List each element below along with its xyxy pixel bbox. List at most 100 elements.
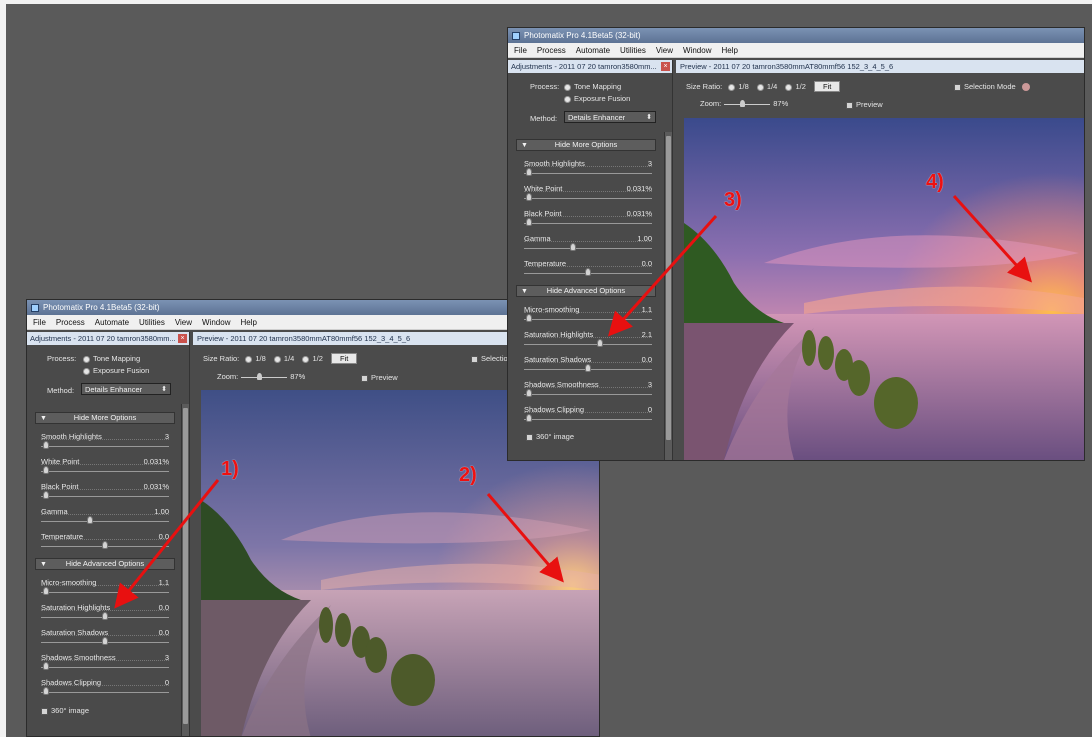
menu-process[interactable]: Process: [56, 318, 85, 327]
slider-thumb[interactable]: [102, 637, 108, 645]
slider-saturation-shadows[interactable]: Saturation Shadows 0.0: [524, 355, 652, 379]
ratio-radio-icon[interactable]: [273, 355, 281, 363]
slider-thumb[interactable]: [43, 466, 49, 474]
slider-thumb[interactable]: [526, 414, 532, 422]
slider-track[interactable]: [41, 521, 169, 522]
radio-tone-mapping[interactable]: Tone Mapping: [83, 354, 140, 363]
slider-temperature[interactable]: Temperature 0.0: [41, 532, 169, 556]
slider-thumb[interactable]: [43, 441, 49, 449]
adjustments-scrollbar[interactable]: [664, 132, 672, 460]
radio-exposure-fusion[interactable]: Exposure Fusion: [564, 94, 630, 103]
slider-black-point[interactable]: Black Point 0.031%: [524, 209, 652, 233]
ratio-1-8[interactable]: 1/8: [738, 82, 748, 91]
scrollbar-thumb[interactable]: [183, 408, 188, 724]
menu-automate[interactable]: Automate: [576, 46, 610, 55]
method-select[interactable]: Details Enhancer: [81, 383, 171, 395]
slider-shadows-smoothness[interactable]: Shadows Smoothness 3: [524, 380, 652, 404]
slider-smooth-highlights[interactable]: Smooth Highlights 3: [524, 159, 652, 183]
slider-thumb[interactable]: [585, 364, 591, 372]
slider-thumb[interactable]: [597, 339, 603, 347]
slider-track[interactable]: [524, 223, 652, 224]
slider-thumb[interactable]: [526, 168, 532, 176]
ratio-radio-icon[interactable]: [785, 83, 793, 91]
preview-checkbox[interactable]: Preview: [846, 100, 883, 109]
slider-shadows-smoothness[interactable]: Shadows Smoothness 3: [41, 653, 169, 677]
slider-track[interactable]: [524, 319, 652, 320]
menu-file[interactable]: File: [514, 46, 527, 55]
slider-track[interactable]: [524, 344, 652, 345]
menu-window[interactable]: Window: [202, 318, 230, 327]
slider-thumb[interactable]: [102, 612, 108, 620]
fit-button[interactable]: Fit: [330, 353, 358, 364]
fit-button[interactable]: Fit: [813, 81, 841, 92]
slider-thumb[interactable]: [43, 587, 49, 595]
slider-thumb[interactable]: [526, 193, 532, 201]
slider-thumb[interactable]: [570, 243, 576, 251]
slider-thumb[interactable]: [585, 268, 591, 276]
hide-advanced-options-button[interactable]: ▼ Hide Advanced Options: [516, 285, 656, 297]
ratio-radio-icon[interactable]: [302, 355, 310, 363]
menu-window[interactable]: Window: [683, 46, 711, 55]
radio-tone-mapping[interactable]: Tone Mapping: [564, 82, 621, 91]
menu-help[interactable]: Help: [721, 46, 737, 55]
help-icon[interactable]: [1021, 83, 1030, 92]
radio-exposure-fusion[interactable]: Exposure Fusion: [83, 366, 149, 375]
slider-thumb[interactable]: [43, 662, 49, 670]
ratio-radio-icon[interactable]: [756, 83, 764, 91]
slider-track[interactable]: [524, 419, 652, 420]
hide-more-options-button[interactable]: ▼ Hide More Options: [35, 412, 175, 424]
ratio-1-8[interactable]: 1/8: [255, 354, 265, 363]
slider-gamma[interactable]: Gamma 1.00: [524, 234, 652, 258]
slider-thumb[interactable]: [526, 389, 532, 397]
ratio-1-2[interactable]: 1/2: [312, 354, 322, 363]
adjustments-scrollbar[interactable]: [181, 404, 189, 736]
menu-file[interactable]: File: [33, 318, 46, 327]
slider-smooth-highlights[interactable]: Smooth Highlights 3: [41, 432, 169, 456]
menu-utilities[interactable]: Utilities: [139, 318, 165, 327]
slider-thumb[interactable]: [102, 541, 108, 549]
menu-utilities[interactable]: Utilities: [620, 46, 646, 55]
slider-micro-smoothing[interactable]: Micro-smoothing 1.1: [41, 578, 169, 602]
hide-advanced-options-button[interactable]: ▼ Hide Advanced Options: [35, 558, 175, 570]
selection-mode-checkbox[interactable]: Selectio: [471, 354, 508, 363]
method-select[interactable]: Details Enhancer: [564, 111, 656, 123]
preview-checkbox[interactable]: Preview: [361, 373, 398, 382]
slider-black-point[interactable]: Black Point 0.031%: [41, 482, 169, 506]
menu-automate[interactable]: Automate: [95, 318, 129, 327]
slider-white-point[interactable]: White Point 0.031%: [41, 457, 169, 481]
menu-process[interactable]: Process: [537, 46, 566, 55]
slider-thumb[interactable]: [43, 491, 49, 499]
slider-track[interactable]: [41, 592, 169, 593]
close-icon[interactable]: ×: [178, 334, 187, 343]
slider-shadows-clipping[interactable]: Shadows Clipping 0: [524, 405, 652, 429]
slider-track[interactable]: [524, 198, 652, 199]
close-icon[interactable]: ×: [661, 62, 670, 71]
slider-track[interactable]: [41, 446, 169, 447]
slider-temperature[interactable]: Temperature 0.0: [524, 259, 652, 283]
slider-saturation-shadows[interactable]: Saturation Shadows 0.0: [41, 628, 169, 652]
slider-micro-smoothing[interactable]: Micro-smoothing 1.1: [524, 305, 652, 329]
slider-thumb[interactable]: [526, 218, 532, 226]
slider-track[interactable]: [524, 248, 652, 249]
menu-view[interactable]: View: [175, 318, 192, 327]
slider-white-point[interactable]: White Point 0.031%: [524, 184, 652, 208]
ratio-1-2[interactable]: 1/2: [795, 82, 805, 91]
menu-help[interactable]: Help: [240, 318, 256, 327]
slider-thumb[interactable]: [526, 314, 532, 322]
ratio-radio-icon[interactable]: [728, 83, 736, 91]
slider-track[interactable]: [41, 471, 169, 472]
image-360-checkbox[interactable]: 360° image: [526, 432, 574, 441]
slider-gamma[interactable]: Gamma 1.00: [41, 507, 169, 531]
slider-track[interactable]: [41, 667, 169, 668]
menu-view[interactable]: View: [656, 46, 673, 55]
scrollbar-thumb[interactable]: [666, 136, 671, 440]
slider-saturation-highlights[interactable]: Saturation Highlights 2.1: [524, 330, 652, 354]
slider-track[interactable]: [41, 692, 169, 693]
slider-thumb[interactable]: [43, 687, 49, 695]
selection-mode-checkbox[interactable]: Selection Mode: [954, 82, 1030, 92]
zoom-slider[interactable]: [241, 372, 288, 380]
slider-track[interactable]: [524, 173, 652, 174]
image-360-checkbox[interactable]: 360° image: [41, 706, 89, 715]
hide-more-options-button[interactable]: ▼ Hide More Options: [516, 139, 656, 151]
ratio-radio-icon[interactable]: [245, 355, 253, 363]
